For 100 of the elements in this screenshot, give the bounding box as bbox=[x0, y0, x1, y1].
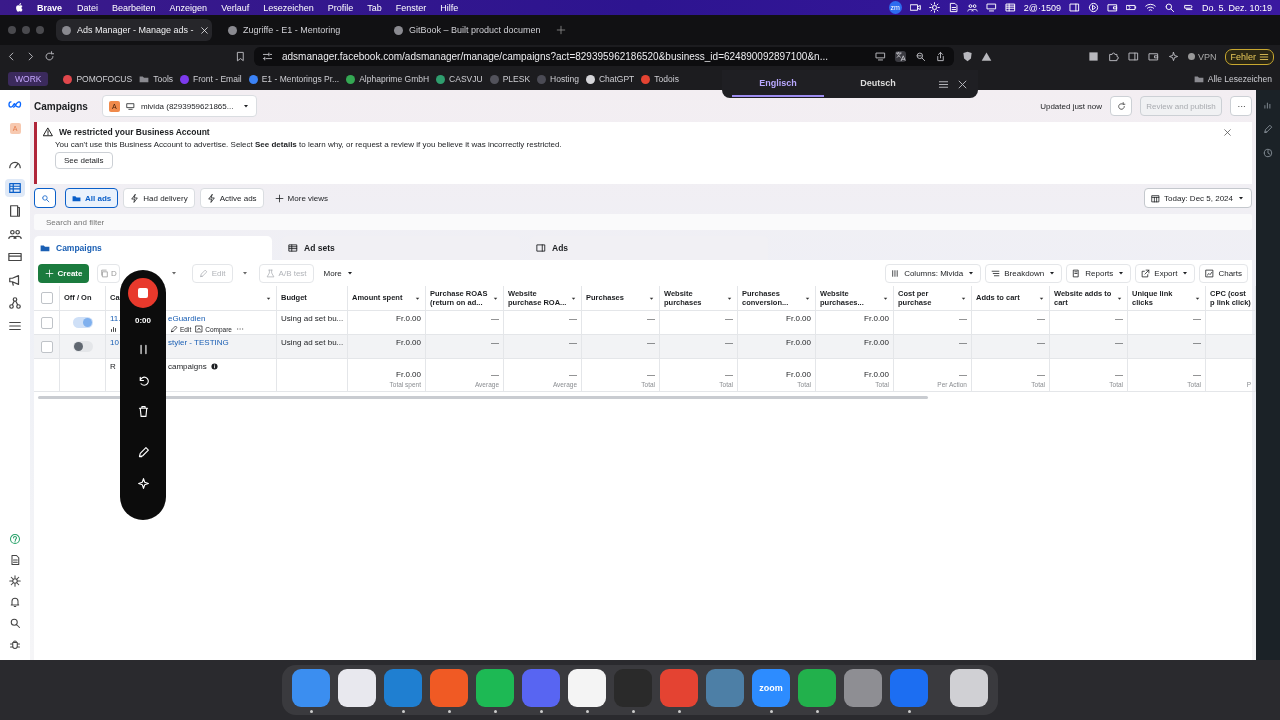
zoom-out-icon[interactable] bbox=[915, 51, 926, 62]
table-icon[interactable] bbox=[1004, 2, 1016, 13]
menu-item[interactable]: Verlauf bbox=[221, 2, 250, 13]
bookmark-item[interactable]: Alphaprime GmbH bbox=[346, 74, 430, 84]
menu-item[interactable]: Bearbeiten bbox=[112, 2, 156, 13]
app-icon[interactable] bbox=[338, 669, 376, 707]
app-icon[interactable] bbox=[568, 669, 606, 707]
campaign-name[interactable]: styler - TESTING bbox=[168, 338, 229, 347]
charts-button[interactable]: Charts bbox=[1199, 263, 1248, 283]
browser-tab[interactable]: GitBook – Built product documen bbox=[388, 19, 544, 41]
menu-app-name[interactable]: Brave bbox=[37, 2, 63, 13]
menu-item[interactable]: Lesezeichen bbox=[263, 2, 314, 13]
people-icon[interactable] bbox=[966, 2, 978, 13]
info-icon[interactable] bbox=[210, 363, 218, 370]
camera-icon[interactable] bbox=[909, 2, 921, 13]
document-icon[interactable] bbox=[9, 554, 21, 566]
row-checkbox[interactable] bbox=[40, 341, 53, 353]
bookmark-item[interactable]: PLESK bbox=[489, 74, 531, 84]
play-icon[interactable] bbox=[1087, 2, 1099, 13]
bookmark-item[interactable]: Front - Email bbox=[180, 74, 242, 84]
sparkle-icon[interactable] bbox=[1167, 51, 1179, 62]
infinity-logo-icon[interactable] bbox=[7, 100, 23, 109]
bookmark-item[interactable]: E1 - Mentorings Pr... bbox=[248, 74, 340, 84]
extension-icon[interactable] bbox=[1087, 51, 1099, 62]
menu-item[interactable]: Hilfe bbox=[440, 2, 459, 13]
view-tab[interactable]: Had delivery bbox=[123, 188, 195, 208]
reload-icon[interactable] bbox=[44, 51, 55, 62]
translate-icon[interactable] bbox=[895, 51, 906, 62]
reports-button[interactable]: Reports bbox=[1066, 263, 1132, 283]
close-icon[interactable] bbox=[957, 78, 968, 90]
toggle-switch[interactable] bbox=[72, 341, 93, 352]
menu-item[interactable]: Tab bbox=[367, 2, 382, 13]
site-settings-icon[interactable] bbox=[262, 51, 273, 62]
bookmark-item[interactable]: Todois bbox=[641, 74, 679, 84]
vpn-button[interactable]: VPN bbox=[1187, 51, 1217, 62]
level-tab[interactable]: Campaigns bbox=[34, 236, 272, 260]
campaign-name[interactable]: 11. bbox=[110, 314, 122, 323]
breakdown-button[interactable]: Breakdown bbox=[985, 263, 1063, 283]
menu-item[interactable]: Fenster bbox=[395, 2, 427, 13]
bookmark-item[interactable]: POMOFOCUS bbox=[63, 74, 133, 84]
share-icon[interactable] bbox=[935, 51, 946, 62]
date-picker[interactable]: Today: Dec 5, 2024 bbox=[1144, 188, 1252, 208]
search-icon[interactable] bbox=[1163, 2, 1175, 13]
browser-tab[interactable]: Ads Manager - Manage ads - bbox=[56, 19, 212, 41]
menu-item[interactable]: Profile bbox=[327, 2, 354, 13]
app-icon[interactable] bbox=[476, 669, 514, 707]
sun-icon[interactable] bbox=[928, 2, 940, 13]
view-tab[interactable]: Active ads bbox=[199, 188, 264, 208]
new-tab-icon[interactable] bbox=[556, 25, 566, 35]
triangle-icon[interactable] bbox=[981, 51, 992, 62]
bookmark-folder[interactable]: Tools bbox=[139, 74, 174, 84]
help-icon[interactable] bbox=[9, 533, 21, 545]
device-icon[interactable] bbox=[875, 51, 886, 62]
columns-button[interactable]: Columns: Mivida bbox=[885, 263, 982, 283]
menu-icon[interactable] bbox=[938, 78, 949, 90]
row-checkbox[interactable] bbox=[40, 317, 53, 329]
bookmark-group[interactable]: WORK bbox=[8, 72, 49, 86]
create-button[interactable]: Create bbox=[38, 263, 89, 283]
settings-icon[interactable] bbox=[9, 575, 21, 587]
stop-recording-button[interactable] bbox=[128, 278, 158, 308]
search-icon[interactable] bbox=[9, 617, 21, 629]
search-button[interactable] bbox=[34, 188, 56, 208]
menu-item[interactable]: Datei bbox=[77, 2, 99, 13]
toggle-switch[interactable] bbox=[72, 317, 93, 328]
table-icon[interactable] bbox=[5, 179, 25, 197]
error-button[interactable]: Fehler bbox=[1225, 48, 1274, 65]
more-views-button[interactable]: More views bbox=[268, 188, 335, 208]
wallet-icon[interactable] bbox=[1147, 51, 1159, 62]
bar-chart-icon[interactable] bbox=[1263, 100, 1273, 110]
browser-tab[interactable]: Zugriffe - E1 - Mentoring bbox=[222, 19, 378, 41]
battery-icon[interactable] bbox=[1125, 2, 1137, 13]
status-text[interactable]: 2@·1509 bbox=[1023, 2, 1061, 13]
all-bookmarks-folder[interactable]: Alle Lesezeichen bbox=[1193, 74, 1272, 84]
shield-icon[interactable] bbox=[962, 51, 973, 62]
campaign-name[interactable]: eGuardien bbox=[168, 314, 206, 323]
close-icon[interactable] bbox=[1223, 127, 1232, 137]
address-bar[interactable]: adsmanager.facebook.com/adsmanager/manage/campaigns?act=829395962186520&business_id=624890092897100&n... bbox=[254, 47, 954, 66]
language-tab[interactable]: Deutsch bbox=[832, 71, 924, 97]
refresh-button[interactable] bbox=[1110, 96, 1132, 116]
bookmark-icon[interactable] bbox=[235, 51, 246, 62]
app-icon[interactable] bbox=[950, 669, 988, 707]
caret-icon[interactable] bbox=[169, 269, 178, 277]
menu-bar-clock[interactable]: Do. 5. Dez. 10:19 bbox=[1201, 2, 1272, 13]
trash-icon[interactable] bbox=[136, 405, 150, 418]
bar-chart-icon[interactable] bbox=[110, 325, 118, 333]
caret-icon[interactable] bbox=[240, 269, 249, 277]
bookmark-item[interactable]: Hosting bbox=[537, 74, 579, 84]
wifi-icon[interactable] bbox=[1144, 2, 1156, 13]
document-icon[interactable] bbox=[947, 2, 959, 13]
toggles-icon[interactable] bbox=[1182, 2, 1194, 13]
bookmark-item[interactable]: CASVJU bbox=[436, 74, 483, 84]
see-details-button[interactable]: See details bbox=[55, 152, 113, 169]
select-all-checkbox[interactable] bbox=[40, 292, 53, 304]
export-button[interactable]: Export bbox=[1135, 263, 1196, 283]
view-tab[interactable]: All ads bbox=[65, 188, 119, 208]
sidebar-icon[interactable] bbox=[1127, 51, 1139, 62]
puzzle-icon[interactable] bbox=[1107, 51, 1119, 62]
search-field[interactable]: Search and filter bbox=[34, 214, 1252, 230]
bell-icon[interactable] bbox=[9, 596, 21, 608]
bookmark-item[interactable]: ChatGPT bbox=[585, 74, 635, 84]
